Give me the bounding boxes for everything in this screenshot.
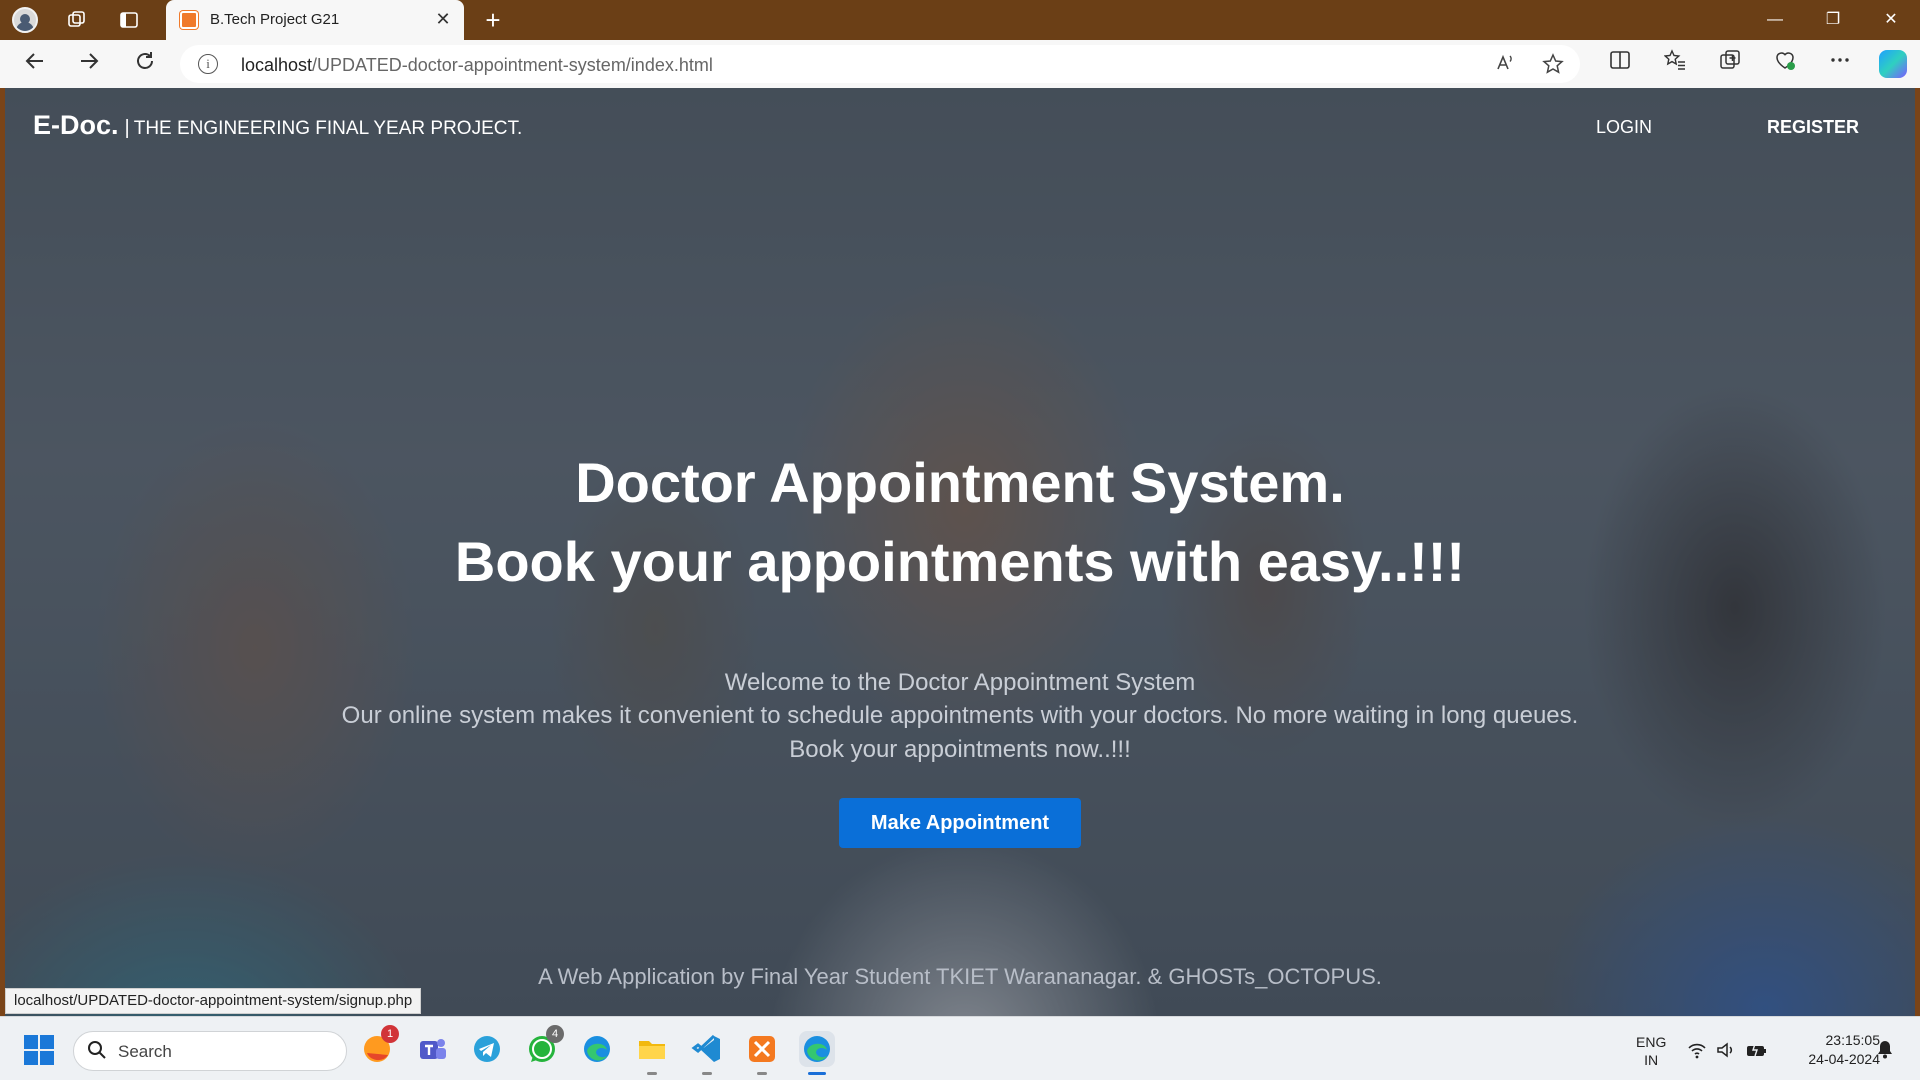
xampp-favicon-icon xyxy=(180,11,198,29)
language-code: ENG xyxy=(1636,1034,1667,1050)
taskbar-search[interactable]: Search xyxy=(73,1031,347,1071)
hero-subtitle: Book your appointments with easy..!!! xyxy=(454,530,1466,593)
windows-start-icon[interactable] xyxy=(24,1035,54,1065)
status-bar-url: localhost/UPDATED-doctor-appointment-sys… xyxy=(5,988,422,1014)
refresh-icon[interactable] xyxy=(128,48,162,82)
firefox-icon[interactable]: 1 xyxy=(359,1025,399,1067)
split-screen-icon[interactable] xyxy=(1605,49,1635,79)
browser-essentials-icon[interactable] xyxy=(1770,49,1800,79)
file-explorer-icon[interactable] xyxy=(634,1031,670,1075)
close-window-button[interactable]: ✕ xyxy=(1868,4,1914,36)
language-indicator[interactable]: ENG IN xyxy=(1636,1033,1666,1069)
file-explorer-running-indicator xyxy=(647,1072,657,1075)
url-text[interactable]: localhost/UPDATED-doctor-appointment-sys… xyxy=(241,55,713,76)
tab-active[interactable]: B.Tech Project G21 ✕ xyxy=(166,0,464,40)
vscode-icon[interactable] xyxy=(689,1031,725,1075)
tab-title: B.Tech Project G21 xyxy=(210,11,340,28)
restore-button[interactable]: ❐ xyxy=(1810,4,1856,36)
favorites-icon[interactable] xyxy=(1660,49,1690,79)
browser-toolbar: i localhost/UPDATED-doctor-appointment-s… xyxy=(0,40,1920,88)
browser-tab-strip: B.Tech Project G21 ✕ + — ❐ ✕ xyxy=(0,0,1920,40)
more-icon[interactable] xyxy=(1825,49,1855,79)
windows-taskbar: Search 1 4 ENG IN 23:15:05 24-04-2024 xyxy=(0,1016,1920,1080)
forward-icon[interactable] xyxy=(72,48,106,82)
footer-credit: A Web Application by Final Year Student … xyxy=(538,964,1382,989)
login-link[interactable]: LOGIN xyxy=(1596,117,1652,138)
system-clock[interactable]: 23:15:05 24-04-2024 xyxy=(1780,1031,1880,1069)
register-link[interactable]: REGISTER xyxy=(1767,117,1859,138)
profile-icon[interactable] xyxy=(10,6,40,34)
brand-separator: | xyxy=(124,117,130,139)
back-icon[interactable] xyxy=(18,48,52,82)
vscode-running-indicator xyxy=(702,1072,712,1075)
battery-icon[interactable] xyxy=(1746,1041,1768,1063)
site-logo[interactable]: E-Doc. xyxy=(33,110,119,140)
description-text: Our online system makes it convenient to… xyxy=(341,702,1579,729)
telegram-icon[interactable] xyxy=(469,1031,505,1067)
xampp-icon[interactable] xyxy=(744,1031,780,1075)
make-appointment-button[interactable]: Make Appointment xyxy=(839,798,1081,848)
edge-active-icon[interactable] xyxy=(799,1031,835,1075)
page-viewport: E-Doc. | THE ENGINEERING FINAL YEAR PROJEC… xyxy=(5,88,1915,1016)
favorite-star-icon[interactable] xyxy=(1540,53,1566,79)
call-to-action-text: Book your appointments now..!!! xyxy=(789,736,1131,763)
wifi-icon[interactable] xyxy=(1686,1041,1708,1063)
search-icon xyxy=(86,1040,108,1062)
read-aloud-icon[interactable] xyxy=(1492,53,1518,79)
xampp-running-indicator xyxy=(757,1072,767,1075)
notification-bell-icon[interactable] xyxy=(1874,1039,1896,1061)
search-placeholder: Search xyxy=(118,1042,172,1061)
welcome-text: Welcome to the Doctor Appointment System xyxy=(724,669,1196,696)
copilot-icon[interactable] xyxy=(1879,50,1907,78)
edge-active-indicator xyxy=(808,1072,826,1075)
firefox-badge: 1 xyxy=(381,1025,399,1043)
url-path: /UPDATED-doctor-appointment-system/index… xyxy=(312,55,713,75)
site-info-icon[interactable]: i xyxy=(198,54,218,74)
hero-title: Doctor Appointment System. xyxy=(575,451,1345,514)
collections-icon[interactable] xyxy=(1715,49,1745,79)
edge-icon[interactable] xyxy=(579,1031,615,1067)
new-tab-button[interactable]: + xyxy=(478,5,508,35)
tab-close-icon[interactable]: ✕ xyxy=(432,8,454,30)
region-code: IN xyxy=(1644,1052,1659,1068)
site-header: E-Doc. | THE ENGINEERING FINAL YEAR PROJEC… xyxy=(33,110,522,141)
whatsapp-badge: 4 xyxy=(546,1025,564,1043)
minimize-button[interactable]: — xyxy=(1752,4,1798,36)
volume-icon[interactable] xyxy=(1715,1041,1737,1063)
address-bar[interactable]: i localhost/UPDATED-doctor-appointment-s… xyxy=(180,45,1580,83)
clock-date: 24-04-2024 xyxy=(1808,1051,1880,1067)
site-tagline: THE ENGINEERING FINAL YEAR PROJECT. xyxy=(133,118,523,139)
url-host: localhost xyxy=(241,55,313,75)
tab-actions-icon[interactable] xyxy=(114,6,144,34)
workspaces-icon[interactable] xyxy=(62,6,92,34)
teams-icon[interactable] xyxy=(414,1031,450,1067)
whatsapp-icon[interactable]: 4 xyxy=(524,1025,564,1067)
clock-time: 23:15:05 xyxy=(1825,1032,1881,1048)
